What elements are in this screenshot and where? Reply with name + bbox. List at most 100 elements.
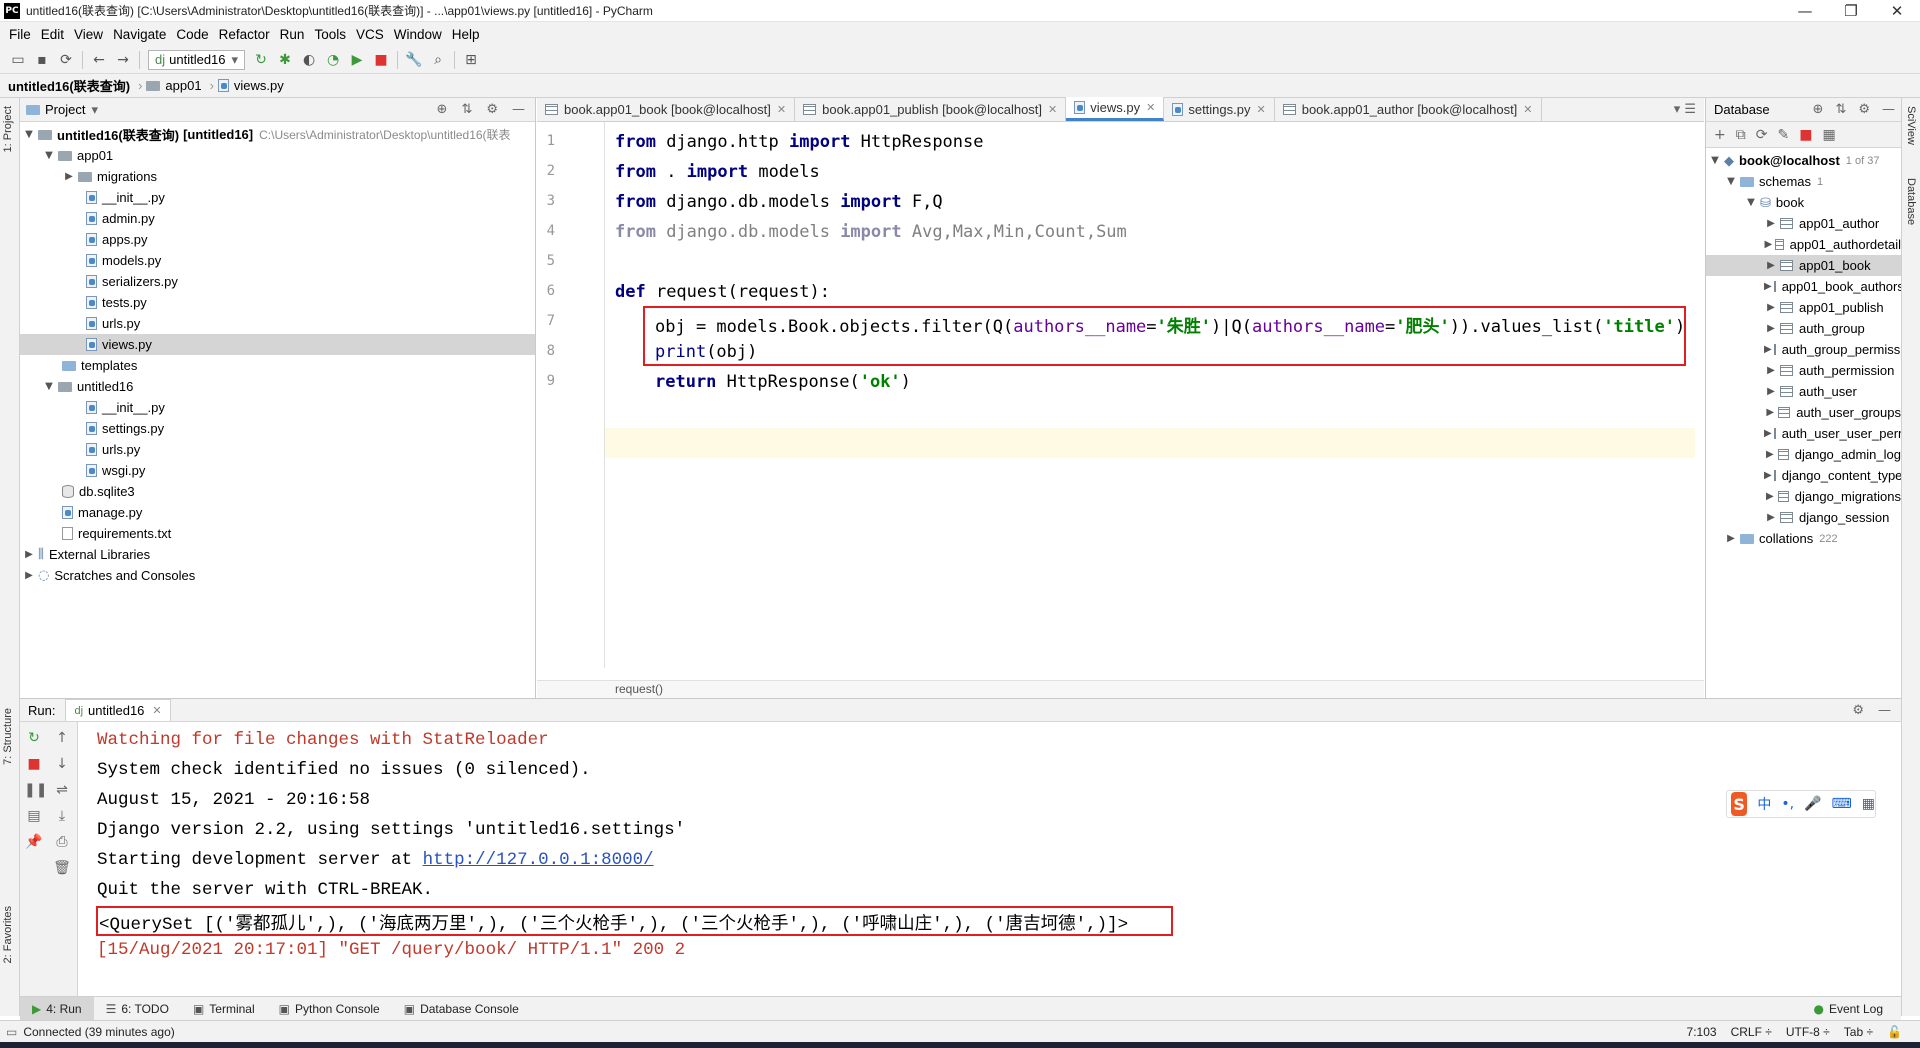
- editor-breadcrumb[interactable]: request(): [537, 680, 1704, 698]
- trash-icon[interactable]: 🗑: [52, 860, 72, 880]
- db-table-row[interactable]: ▶ auth_group_permissions: [1706, 339, 1920, 360]
- breadcrumb-views[interactable]: views.py: [217, 78, 284, 93]
- tree-file[interactable]: urls.py: [20, 313, 535, 334]
- structure-diagram-icon[interactable]: ⊞: [459, 49, 483, 71]
- scroll-to-end-icon[interactable]: ⤓: [52, 808, 72, 828]
- menu-vcs[interactable]: VCS: [351, 27, 389, 42]
- db-collations[interactable]: ▶ collations 222: [1706, 528, 1901, 549]
- close-icon[interactable]: ✕: [152, 704, 161, 717]
- tree-file[interactable]: tests.py: [20, 292, 535, 313]
- schema-edit-icon[interactable]: ✎: [1777, 127, 1789, 143]
- cursor-position[interactable]: 7:103: [1687, 1025, 1717, 1039]
- run-config-select[interactable]: dj untitled16 ▾: [148, 49, 246, 70]
- tab-app01-author[interactable]: book.app01_author [book@localhost] ✕: [1275, 97, 1542, 121]
- chevron-down-icon[interactable]: ▾: [91, 102, 98, 118]
- tree-file[interactable]: __init__.py: [20, 397, 535, 418]
- close-icon[interactable]: ✕: [1048, 103, 1057, 116]
- db-table-row[interactable]: ▶ app01_authordetail: [1706, 234, 1901, 255]
- gear-icon[interactable]: ⚙: [486, 102, 498, 117]
- tree-scratches[interactable]: ▶ ◌ Scratches and Consoles: [20, 565, 535, 586]
- db-table-row[interactable]: ▶ app01_book_authors: [1706, 276, 1904, 297]
- tab-todo[interactable]: ☰ 6: TODO: [94, 997, 181, 1021]
- refresh-icon[interactable]: ⟳: [1756, 127, 1768, 143]
- tree-file[interactable]: requirements.txt: [20, 523, 535, 544]
- save-all-icon[interactable]: ▪: [30, 49, 54, 71]
- tree-file-selected[interactable]: views.py: [20, 334, 535, 355]
- lock-icon[interactable]: 🔓: [1887, 1025, 1902, 1039]
- back-icon[interactable]: ←: [87, 49, 111, 71]
- soft-wrap-icon[interactable]: ⇌: [52, 782, 72, 802]
- close-icon[interactable]: ✕: [1257, 103, 1266, 116]
- collapse-all-icon[interactable]: ⇅: [1835, 102, 1846, 117]
- tree-file[interactable]: apps.py: [20, 229, 535, 250]
- tree-folder-migrations[interactable]: ▶ migrations: [20, 166, 535, 187]
- code-editor[interactable]: 1 2 3 4 5 6 7 8 9 from django.http impor…: [537, 122, 1704, 668]
- db-table-row[interactable]: ▶ django_session: [1706, 507, 1901, 528]
- db-table-row[interactable]: ▶ django_content_type: [1706, 465, 1902, 486]
- db-table-row[interactable]: ▶ app01_book: [1706, 255, 1901, 276]
- microphone-icon[interactable]: 🎤: [1804, 796, 1821, 812]
- tab-list-icon[interactable]: ▾ ☰: [1666, 102, 1704, 121]
- sciview-tool-tab[interactable]: SciView: [1905, 106, 1917, 145]
- profile-icon[interactable]: ◔: [321, 49, 345, 71]
- debug-icon[interactable]: ✱: [273, 49, 297, 71]
- tree-folder-templates[interactable]: templates: [20, 355, 535, 376]
- stop-icon[interactable]: ■: [369, 49, 393, 71]
- menu-refactor[interactable]: Refactor: [214, 27, 275, 42]
- down-arrow-icon[interactable]: ↓: [52, 756, 72, 776]
- rerun-icon[interactable]: ↻: [24, 730, 44, 750]
- run-concurrency-icon[interactable]: ▶: [345, 49, 369, 71]
- status-message[interactable]: Connected (39 minutes ago): [23, 1025, 174, 1039]
- tree-file[interactable]: models.py: [20, 250, 535, 271]
- forward-icon[interactable]: →: [111, 49, 135, 71]
- hide-icon[interactable]: —: [1878, 703, 1891, 718]
- menu-file[interactable]: File: [4, 27, 36, 42]
- pin-icon[interactable]: 📌: [24, 834, 44, 854]
- grid-icon[interactable]: ▦: [1862, 796, 1875, 812]
- minimize-button[interactable]: —: [1782, 2, 1828, 20]
- tab-views-py[interactable]: views.py ✕: [1066, 97, 1165, 121]
- tree-folder-app01[interactable]: ▼ app01: [20, 145, 535, 166]
- tree-file[interactable]: db.sqlite3: [20, 481, 535, 502]
- tree-root[interactable]: ▼ untitled16(联表查询) [untitled16] C:\Users\…: [20, 124, 535, 145]
- tab-python-console[interactable]: ▣ Python Console: [267, 997, 392, 1021]
- tab-run[interactable]: ▶ 4: Run: [20, 996, 94, 1021]
- print-icon[interactable]: ⎙: [52, 834, 72, 854]
- open-folder-icon[interactable]: ▭: [6, 49, 30, 71]
- db-table-row[interactable]: ▶ auth_group: [1706, 318, 1901, 339]
- menu-tools[interactable]: Tools: [309, 27, 351, 42]
- maximize-button[interactable]: ❐: [1828, 2, 1874, 20]
- add-icon[interactable]: +: [1714, 127, 1726, 143]
- db-schema-book[interactable]: ▼ ⛁ book: [1706, 192, 1901, 213]
- event-log-button[interactable]: ● Event Log: [1801, 997, 1901, 1021]
- close-icon[interactable]: ✕: [1523, 103, 1532, 116]
- server-url-link[interactable]: http://127.0.0.1:8000/: [423, 850, 654, 870]
- menu-help[interactable]: Help: [447, 27, 485, 42]
- gear-icon[interactable]: ⚙: [1858, 102, 1870, 117]
- db-table-row[interactable]: ▶ auth_user: [1706, 381, 1901, 402]
- run-console[interactable]: Watching for file changes with StatReloa…: [79, 722, 1901, 996]
- indent-setting[interactable]: Tab ÷: [1844, 1025, 1873, 1039]
- tree-file[interactable]: settings.py: [20, 418, 535, 439]
- stop-icon[interactable]: ■: [24, 756, 44, 776]
- tree-external-libraries[interactable]: ▶ ⫼ External Libraries: [20, 544, 535, 565]
- locate-icon[interactable]: ⊕: [1813, 102, 1824, 117]
- structure-tool-tab[interactable]: 7: Structure: [2, 708, 14, 765]
- db-schemas[interactable]: ▼ schemas 1: [1706, 171, 1901, 192]
- tree-file[interactable]: urls.py: [20, 439, 535, 460]
- search-icon[interactable]: ⌕: [426, 49, 450, 71]
- db-connection[interactable]: ▼ ◆ book@localhost 1 of 37: [1706, 150, 1901, 171]
- tab-terminal[interactable]: ▣ Terminal: [181, 997, 267, 1021]
- locate-icon[interactable]: ⊕: [437, 102, 448, 117]
- menu-view[interactable]: View: [69, 27, 108, 42]
- menu-window[interactable]: Window: [389, 27, 447, 42]
- db-table-row[interactable]: ▶ auth_user_groups: [1706, 402, 1901, 423]
- breadcrumb-app01[interactable]: app01: [146, 78, 202, 93]
- db-table-row[interactable]: ▶ auth_user_user_permissions: [1706, 423, 1920, 444]
- run-tab[interactable]: dj untitled16 ✕: [65, 699, 171, 721]
- ime-toolbar[interactable]: S 中 •, 🎤 ⌨ ▦: [1726, 790, 1876, 818]
- hide-icon[interactable]: —: [512, 102, 525, 117]
- coverage-icon[interactable]: ◐: [297, 49, 321, 71]
- tab-app01-book[interactable]: book.app01_book [book@localhost] ✕: [537, 97, 796, 121]
- up-arrow-icon[interactable]: ↑: [52, 730, 72, 750]
